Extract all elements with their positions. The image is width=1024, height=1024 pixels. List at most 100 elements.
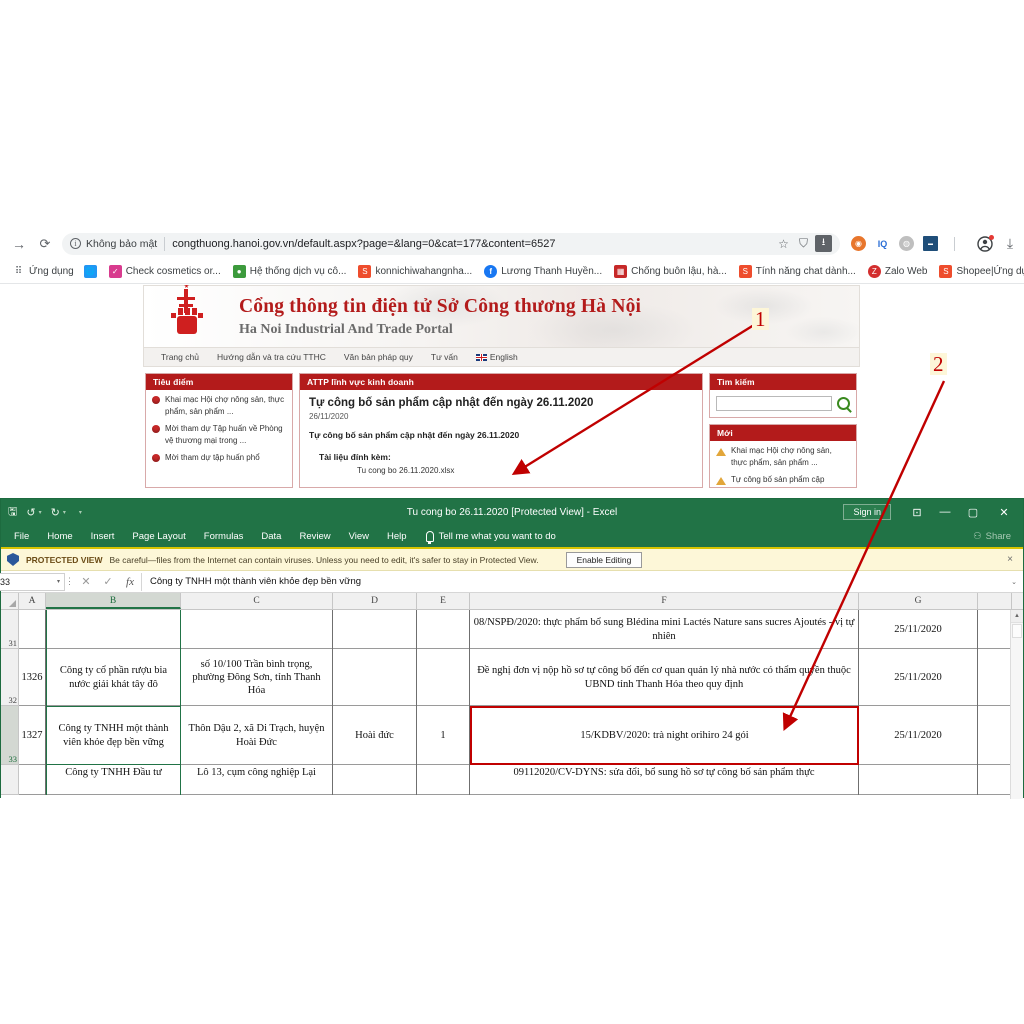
cancel-icon[interactable]: ✕ — [75, 575, 97, 588]
cell-B[interactable] — [46, 610, 181, 649]
undo-icon[interactable]: ↺ — [26, 506, 35, 519]
insert-function-icon[interactable]: fx — [119, 576, 141, 588]
row-header[interactable]: 31 — [1, 610, 19, 649]
maximize-icon[interactable]: ▢ — [959, 499, 987, 525]
chevron-down-icon[interactable]: ▾ — [57, 578, 60, 585]
ghostery-icon[interactable]: ◉ — [851, 236, 866, 251]
scrollbar-thumb[interactable] — [1012, 624, 1022, 638]
cell-A[interactable]: 1326 — [19, 649, 46, 706]
row-header[interactable]: 32 — [1, 649, 19, 706]
cell-C[interactable]: Lô 13, cụm công nghiệp Lại — [181, 765, 333, 795]
cell-H[interactable] — [978, 706, 1012, 765]
minimize-icon[interactable]: — — [931, 499, 959, 525]
name-box[interactable]: 5833 ▾ — [0, 572, 65, 591]
cell-G[interactable]: 25/11/2020 — [859, 610, 978, 649]
cell-F-highlighted[interactable]: 15/KDBV/2020: trà night orihiro 24 gói — [470, 706, 859, 765]
cell-E[interactable] — [417, 649, 470, 706]
cell-A[interactable] — [19, 765, 46, 795]
magnifier-icon[interactable] — [837, 397, 850, 410]
cell-G[interactable] — [859, 765, 978, 795]
tab-review[interactable]: Review — [290, 531, 339, 542]
list-item[interactable]: Tự công bố sản phẩm cập — [710, 470, 856, 487]
cell-E[interactable]: 1 — [417, 706, 470, 765]
downloads-tray-icon[interactable]: ⤓ — [1002, 231, 1018, 257]
tab-page-layout[interactable]: Page Layout — [123, 531, 194, 542]
iq-extension-icon[interactable]: IQ — [875, 236, 890, 251]
bookmark-item[interactable]: S Shopee|Ứng dụng... — [933, 261, 1024, 281]
close-icon[interactable]: ✕ — [987, 499, 1021, 525]
tab-file[interactable]: File — [5, 531, 38, 542]
column-header-G[interactable]: G — [859, 593, 978, 609]
share-button[interactable]: ⚇ Share — [973, 531, 1023, 542]
cell-B[interactable]: Công ty cổ phần rượu bia nước giải khát … — [46, 649, 181, 706]
tell-me-search[interactable]: Tell me what you want to do — [425, 530, 556, 544]
blue-square-extension-icon[interactable]: ▬ — [923, 236, 938, 251]
nav-item-home[interactable]: Trang chủ — [152, 352, 208, 362]
table-row[interactable]: 32 1326 Công ty cổ phần rượu bia nước gi… — [1, 649, 1023, 706]
save-icon[interactable]: 🖫 — [8, 503, 17, 522]
list-item[interactable]: Mời tham dự tập huấn phổ — [146, 448, 292, 465]
cell-A[interactable] — [19, 610, 46, 649]
bookmark-item[interactable]: ✓ Check cosmetics or... — [103, 261, 227, 281]
tab-home[interactable]: Home — [38, 531, 81, 542]
cell-F[interactable]: 09112020/CV-DYNS: sửa đổi, bổ sung hồ sơ… — [470, 765, 859, 795]
cell-D[interactable] — [333, 610, 417, 649]
nav-item-legal[interactable]: Văn bản pháp quy — [335, 352, 422, 362]
bookmark-item[interactable]: ● Hệ thống dịch vụ cô... — [227, 261, 353, 281]
cell-B[interactable]: Công ty TNHH Đầu tư — [46, 765, 181, 795]
nav-item-guide[interactable]: Hướng dẫn và tra cứu TTHC — [208, 352, 335, 362]
cell-C[interactable]: số 10/100 Trần bình trọng, phường Đông S… — [181, 649, 333, 706]
column-header-F[interactable]: F — [470, 593, 859, 609]
list-item[interactable]: Khai mạc Hội chợ nông sản, thực phẩm, sả… — [710, 441, 856, 470]
shield-icon[interactable]: ⛉ — [795, 235, 812, 252]
column-header-A[interactable]: A — [19, 593, 46, 609]
cell-G[interactable]: 25/11/2020 — [859, 706, 978, 765]
cell-C[interactable] — [181, 610, 333, 649]
attachment-file-link[interactable]: Tu cong bo 26.11.2020.xlsx — [357, 466, 693, 475]
cell-F[interactable]: Đề nghị đơn vị nộp hồ sơ tự công bố đến … — [470, 649, 859, 706]
tab-formulas[interactable]: Formulas — [195, 531, 253, 542]
download-icon[interactable]: ⭳ — [815, 235, 832, 252]
expand-formula-bar-icon[interactable]: ⌄ — [1005, 578, 1023, 586]
scroll-up-icon[interactable]: ▲ — [1011, 610, 1023, 623]
cell-G[interactable]: 25/11/2020 — [859, 649, 978, 706]
table-row-selected[interactable]: 33 1327 Công ty TNHH một thành viên khỏe… — [1, 706, 1023, 765]
site-info-icon[interactable]: i — [70, 238, 81, 249]
ribbon-display-options-icon[interactable]: ⊡ — [903, 499, 931, 525]
reload-icon[interactable]: ⟳ — [32, 231, 58, 257]
bookmark-item[interactable]: Z Zalo Web — [862, 261, 934, 281]
grey-extension-icon[interactable]: ◍ — [899, 236, 914, 251]
forward-icon[interactable]: → — [6, 231, 32, 257]
search-input[interactable] — [716, 396, 832, 411]
table-row[interactable]: Công ty TNHH Đầu tư Lô 13, cụm công nghi… — [1, 765, 1023, 795]
table-row[interactable]: 31 08/NSPĐ/2020: thực phẩm bổ sung Blédi… — [1, 610, 1023, 649]
column-header-H[interactable] — [978, 593, 1012, 609]
bookmark-item[interactable]: f Lương Thanh Huyền... — [478, 261, 608, 281]
formula-input[interactable]: Công ty TNHH một thành viên khỏe đẹp bền… — [141, 572, 1005, 591]
cell-A[interactable]: 1327 — [19, 706, 46, 765]
star-icon[interactable]: ☆ — [775, 235, 792, 252]
cell-C[interactable]: Thôn Dậu 2, xã Di Trạch, huyện Hoài Đức — [181, 706, 333, 765]
profile-avatar-icon[interactable] — [977, 234, 994, 252]
column-header-B[interactable]: B — [46, 593, 181, 609]
row-header[interactable]: 33 — [1, 706, 19, 765]
cell-D[interactable]: Hoài đức — [333, 706, 417, 765]
select-all-corner[interactable] — [1, 593, 19, 609]
bookmark-apps[interactable]: ⠿ Ứng dụng 🌐 — [6, 261, 103, 281]
redo-dropdown-icon[interactable]: ▾ — [63, 509, 66, 516]
undo-dropdown-icon[interactable]: ▾ — [39, 509, 42, 516]
cell-H[interactable] — [978, 610, 1012, 649]
address-bar[interactable]: i Không bảo mật congthuong.hanoi.gov.vn/… — [62, 232, 840, 255]
column-header-E[interactable]: E — [417, 593, 470, 609]
tab-insert[interactable]: Insert — [82, 531, 124, 542]
bookmark-item[interactable]: ▦ Chống buôn lậu, hà... — [608, 261, 733, 281]
cell-H[interactable] — [978, 649, 1012, 706]
cell-H[interactable] — [978, 765, 1012, 795]
vertical-scrollbar[interactable]: ▲ — [1010, 610, 1023, 799]
list-item[interactable]: Khai mạc Hội chợ nông sản, thực phẩm, sả… — [146, 390, 292, 419]
cell-D[interactable] — [333, 765, 417, 795]
nav-item-consult[interactable]: Tư vấn — [422, 352, 467, 362]
redo-icon[interactable]: ↻ — [51, 506, 60, 519]
cell-E[interactable] — [417, 610, 470, 649]
bookmark-item[interactable]: S konnichiwahangnha... — [352, 261, 478, 281]
